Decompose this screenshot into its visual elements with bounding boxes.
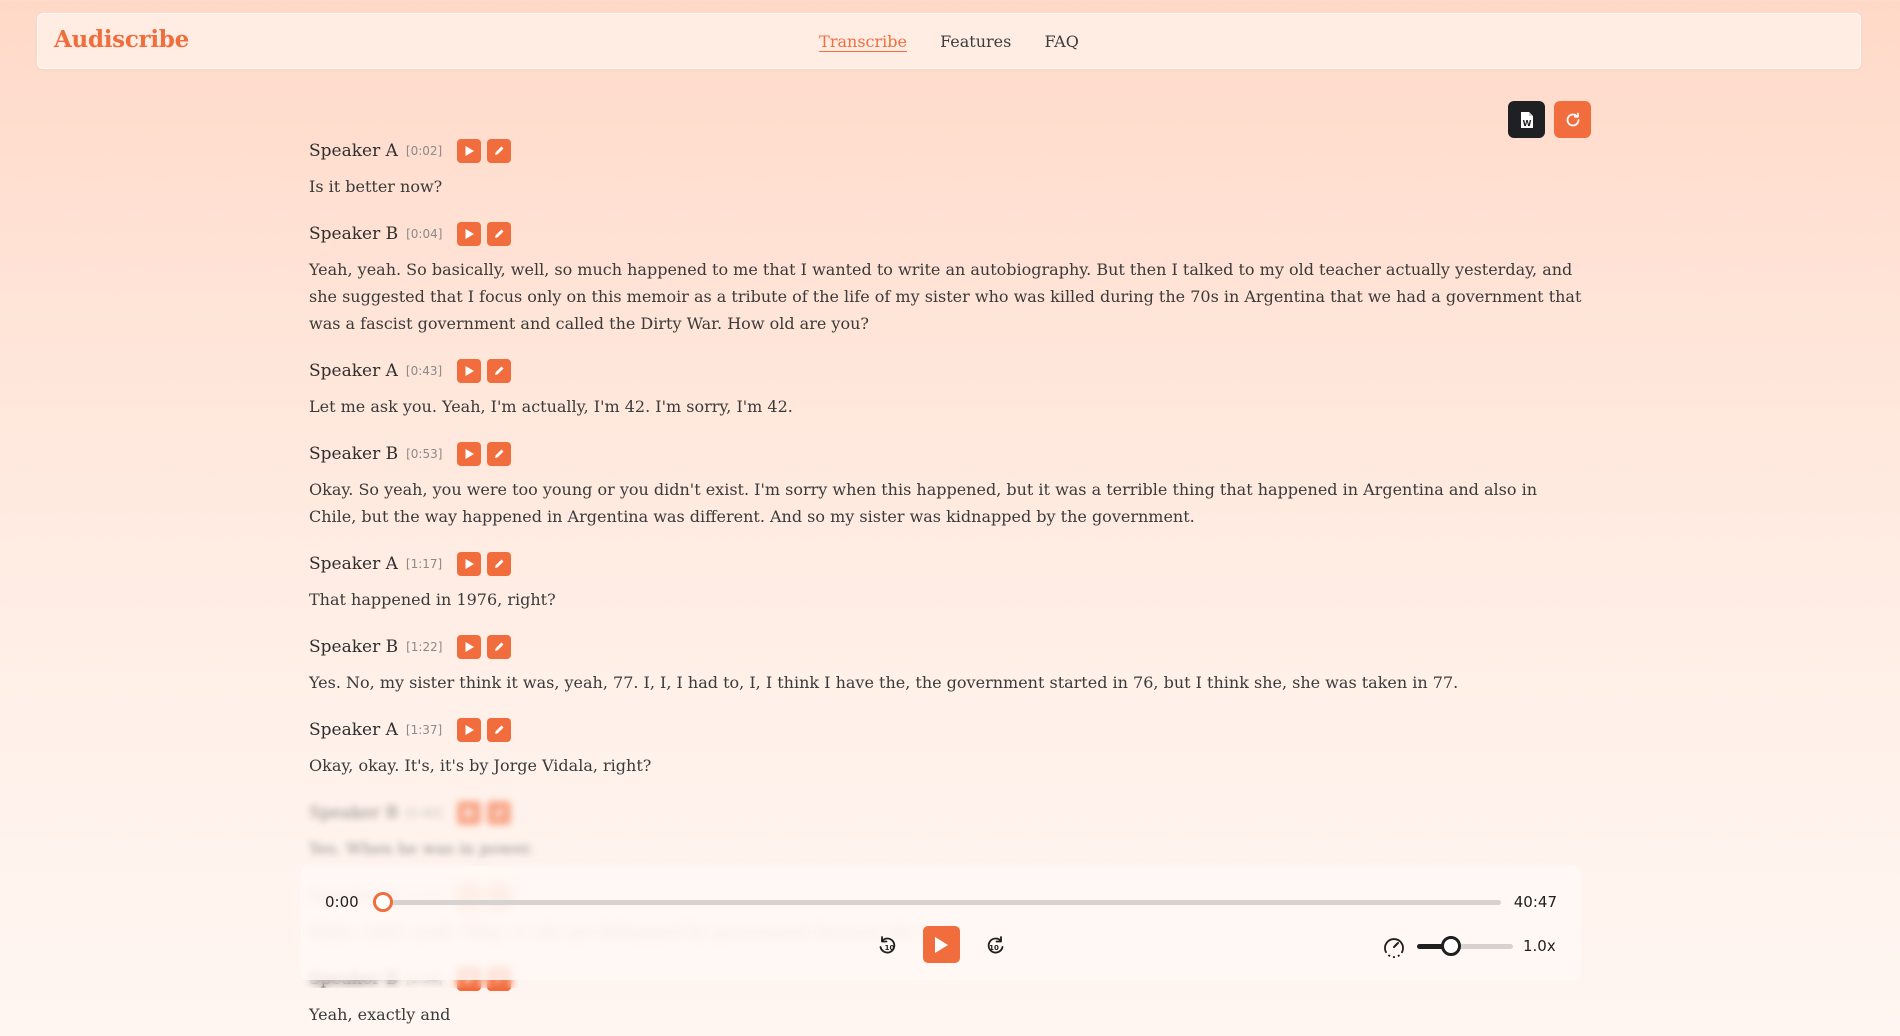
speedometer-icon (1384, 938, 1404, 958)
transcript-entry: Speaker B [1:22] Yes. No, my sister think … (309, 634, 1589, 696)
pencil-icon (495, 229, 504, 238)
pencil-icon (495, 725, 504, 734)
entry-header: Speaker A [1:17] (309, 551, 1589, 577)
pencil-icon (495, 366, 504, 375)
entry-header: Speaker A [0:43] (309, 358, 1589, 384)
transcript-entry: Speaker A [0:02] Is it better now? (309, 138, 1589, 200)
entry-header: Speaker B [0:04] (309, 221, 1589, 247)
transcript-entry: Speaker B [1:42] Yes. When he was in power… (309, 800, 1589, 862)
transcript-entry: Speaker B [0:04] Yeah, yeah. So basically,… (309, 221, 1589, 337)
transcript-text[interactable]: Yeah, yeah. So basically, well, so much … (309, 256, 1589, 337)
play-segment-button[interactable] (457, 222, 482, 246)
play-icon (465, 808, 474, 818)
transcript-entry: Speaker A [0:43] Let me ask you. Yeah, I'm… (309, 358, 1589, 420)
transcript-text[interactable]: Let me ask you. Yeah, I'm actually, I'm … (309, 393, 1589, 420)
edit-segment-button[interactable] (487, 552, 512, 576)
entry-header: Speaker A [0:02] (309, 138, 1589, 164)
play-icon (465, 642, 474, 652)
timestamp: [1:37] (405, 723, 443, 737)
timestamp: [1:17] (405, 557, 443, 571)
nav-links: Transcribe Features FAQ (38, 32, 1860, 51)
transcript-text[interactable]: Okay. So yeah, you were too young or you… (309, 476, 1589, 530)
play-icon (465, 366, 474, 376)
transcript-text[interactable]: Yes. No, my sister think it was, yeah, 7… (309, 669, 1589, 696)
nav-transcribe[interactable]: Transcribe (819, 32, 907, 51)
play-segment-button[interactable] (457, 635, 482, 659)
refresh-button[interactable] (1554, 101, 1591, 138)
play-icon (465, 229, 474, 239)
total-time: 40:47 (1513, 893, 1557, 911)
edit-segment-button[interactable] (487, 718, 512, 742)
entry-header: Speaker B [1:22] (309, 634, 1589, 660)
timestamp: [0:02] (405, 144, 443, 158)
rewind-10-icon: 10 (879, 935, 895, 953)
audio-player: 0:00 40:47 10 10 1.0x (301, 866, 1581, 980)
play-icon (465, 449, 474, 459)
pencil-icon (495, 449, 504, 458)
play-segment-button[interactable] (457, 801, 482, 825)
edit-segment-button[interactable] (487, 359, 512, 383)
transcript-text[interactable]: Is it better now? (309, 173, 1589, 200)
pencil-icon (495, 808, 504, 817)
transcript-actions: W (1508, 101, 1591, 138)
nav-features[interactable]: Features (940, 32, 1011, 51)
pencil-icon (495, 146, 504, 155)
word-doc-icon: W (1520, 111, 1533, 128)
timestamp: [0:53] (406, 447, 443, 461)
pencil-icon (495, 559, 504, 568)
top-navbar: Audiscribe Transcribe Features FAQ (37, 13, 1861, 69)
refresh-icon (1566, 112, 1579, 126)
pencil-icon (495, 642, 504, 651)
speaker-label: Speaker B (309, 637, 399, 657)
transcript-text[interactable]: That happened in 1976, right? (309, 586, 1589, 613)
forward-10-button[interactable]: 10 (982, 932, 1008, 958)
speaker-label: Speaker A (309, 361, 398, 381)
speaker-label: Speaker A (309, 720, 398, 740)
entry-header: Speaker B [0:53] (309, 441, 1589, 467)
edit-segment-button[interactable] (487, 139, 512, 163)
transcript-entry: Speaker B [0:53] Okay. So yeah, you were t… (309, 441, 1589, 530)
play-icon (935, 936, 948, 953)
timestamp: [0:04] (406, 227, 443, 241)
forward-10-icon: 10 (987, 935, 1003, 953)
timestamp: [1:42] (406, 806, 443, 820)
speaker-label: Speaker B (309, 224, 399, 244)
play-button[interactable] (922, 926, 960, 963)
svg-text:10: 10 (884, 944, 894, 952)
play-icon (465, 146, 474, 156)
play-icon (465, 725, 474, 735)
play-segment-button[interactable] (457, 718, 482, 742)
edit-segment-button[interactable] (487, 442, 512, 466)
transcript-text[interactable]: Yeah, exactly and (309, 1001, 1589, 1028)
play-segment-button[interactable] (457, 139, 482, 163)
speed-knob[interactable] (1440, 936, 1461, 956)
svg-text:10: 10 (989, 944, 999, 952)
play-icon (465, 559, 474, 569)
svg-text:W: W (1522, 119, 1531, 128)
edit-segment-button[interactable] (487, 801, 512, 825)
entry-header: Speaker A [1:37] (309, 717, 1589, 743)
entry-header: Speaker B [1:42] (309, 800, 1589, 826)
play-segment-button[interactable] (457, 359, 482, 383)
speaker-label: Speaker B (309, 803, 399, 823)
current-time: 0:00 (325, 893, 359, 911)
timestamp: [1:22] (406, 640, 443, 654)
playback-speed: 1.0x (1523, 937, 1556, 955)
transcript-entry: Speaker A [1:37] Okay, okay. It's, it's by… (309, 717, 1589, 779)
rewind-10-button[interactable]: 10 (875, 932, 901, 958)
progress-knob[interactable] (373, 892, 393, 912)
transcript-text[interactable]: Okay, okay. It's, it's by Jorge Vidala, … (309, 752, 1589, 779)
timestamp: [0:43] (405, 364, 443, 378)
edit-segment-button[interactable] (487, 222, 512, 246)
edit-segment-button[interactable] (487, 635, 512, 659)
export-word-button[interactable]: W (1508, 101, 1545, 138)
speaker-label: Speaker B (309, 444, 399, 464)
speaker-label: Speaker A (309, 141, 398, 161)
play-segment-button[interactable] (457, 442, 482, 466)
progress-track[interactable] (383, 900, 1501, 905)
transcript-entry: Speaker A [1:17] That happened in 1976, ri… (309, 551, 1589, 613)
play-segment-button[interactable] (457, 552, 482, 576)
nav-faq[interactable]: FAQ (1044, 32, 1078, 51)
speaker-label: Speaker A (309, 554, 398, 574)
